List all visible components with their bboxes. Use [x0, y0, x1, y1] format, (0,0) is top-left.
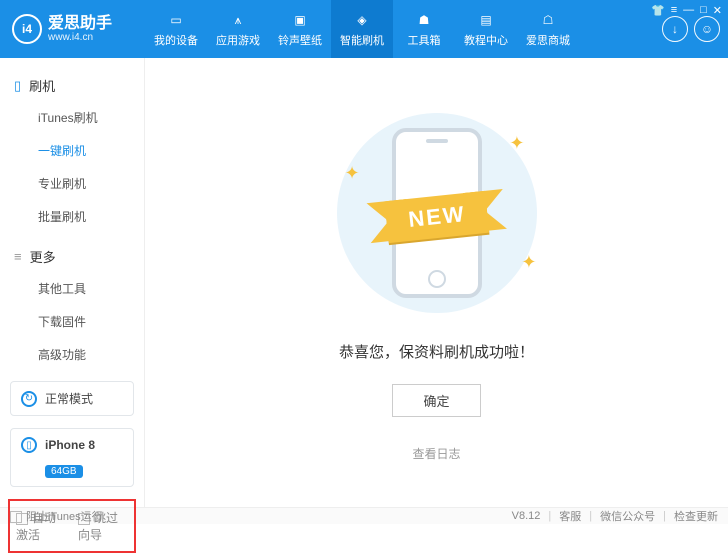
shop-icon: ☖ [538, 10, 558, 30]
sidebar-item-download-firmware[interactable]: 下载固件 [0, 305, 144, 338]
logo-icon: i4 [12, 14, 42, 44]
star-icon: ✦ [345, 163, 360, 184]
tab-toolbox[interactable]: ☗工具箱 [393, 0, 455, 58]
storage-badge: 64GB [45, 465, 83, 478]
sidebar-item-advanced[interactable]: 高级功能 [0, 338, 144, 371]
star-icon: ✦ [521, 252, 536, 273]
tab-ringtone[interactable]: ▣铃声壁纸 [269, 0, 331, 58]
device-icon: ▭ [166, 10, 186, 30]
checkbox-block-itunes[interactable]: 阻止iTunes运行 [10, 508, 103, 524]
download-icon[interactable]: ↓ [662, 16, 688, 42]
shirt-icon[interactable]: 👕 [651, 4, 665, 17]
more-icon: ≡ [14, 249, 22, 264]
sidebar-item-itunes-flash[interactable]: iTunes刷机 [0, 101, 144, 134]
main-content: ✦ ✦ ✦ NEW 恭喜您，保资料刷机成功啦！ 确定 查看日志 [145, 58, 728, 507]
window-controls: 👕 ≡ — □ ✕ [651, 4, 722, 17]
nav-tabs: ▭我的设备 ⩚应用游戏 ▣铃声壁纸 ◈智能刷机 ☗工具箱 ▤教程中心 ☖爱思商城 [145, 0, 579, 58]
device-info[interactable]: ▯ iPhone 8 64GB [10, 428, 134, 487]
success-illustration: ✦ ✦ ✦ NEW [327, 103, 547, 323]
tab-tutorial[interactable]: ▤教程中心 [455, 0, 517, 58]
brand-url: www.i4.cn [48, 32, 112, 43]
device-mode[interactable]: ↻ 正常模式 [10, 381, 134, 416]
image-icon: ▣ [290, 10, 310, 30]
tab-shop[interactable]: ☖爱思商城 [517, 0, 579, 58]
phone-outline-icon: ▯ [14, 78, 21, 94]
apps-icon: ⩚ [228, 10, 248, 30]
phone-device-icon: ▯ [21, 437, 37, 453]
brand-name: 爱思助手 [48, 15, 112, 33]
sidebar-item-other-tools[interactable]: 其他工具 [0, 272, 144, 305]
toolbox-icon: ☗ [414, 10, 434, 30]
footer-link-update[interactable]: 检查更新 [674, 508, 718, 524]
footer-link-support[interactable]: 客服 [559, 508, 581, 524]
book-icon: ▤ [476, 10, 496, 30]
tab-apps[interactable]: ⩚应用游戏 [207, 0, 269, 58]
sidebar-item-oneclick-flash[interactable]: 一键刷机 [0, 134, 144, 167]
view-log-link[interactable]: 查看日志 [412, 445, 460, 462]
tab-my-device[interactable]: ▭我的设备 [145, 0, 207, 58]
group-flash[interactable]: ▯刷机 [0, 70, 144, 101]
logo[interactable]: i4 爱思助手 www.i4.cn [0, 14, 145, 44]
flash-icon: ◈ [352, 10, 372, 30]
header: i4 爱思助手 www.i4.cn ▭我的设备 ⩚应用游戏 ▣铃声壁纸 ◈智能刷… [0, 0, 728, 58]
sidebar-item-pro-flash[interactable]: 专业刷机 [0, 167, 144, 200]
user-icon[interactable]: ☺ [694, 16, 720, 42]
sidebar: ▯刷机 iTunes刷机 一键刷机 专业刷机 批量刷机 ≡更多 其他工具 下载固… [0, 58, 145, 507]
close-icon[interactable]: ✕ [713, 4, 722, 17]
refresh-icon: ↻ [21, 391, 37, 407]
tab-flash[interactable]: ◈智能刷机 [331, 0, 393, 58]
header-right: ↓ ☺ [662, 16, 728, 42]
group-more[interactable]: ≡更多 [0, 241, 144, 272]
footer-link-wechat[interactable]: 微信公众号 [600, 508, 655, 524]
success-message: 恭喜您，保资料刷机成功啦！ [339, 341, 534, 362]
star-icon: ✦ [509, 133, 524, 154]
minimize-icon[interactable]: — [683, 4, 694, 17]
version-label: V8.12 [512, 510, 541, 522]
confirm-button[interactable]: 确定 [392, 384, 480, 417]
sidebar-item-batch-flash[interactable]: 批量刷机 [0, 200, 144, 233]
